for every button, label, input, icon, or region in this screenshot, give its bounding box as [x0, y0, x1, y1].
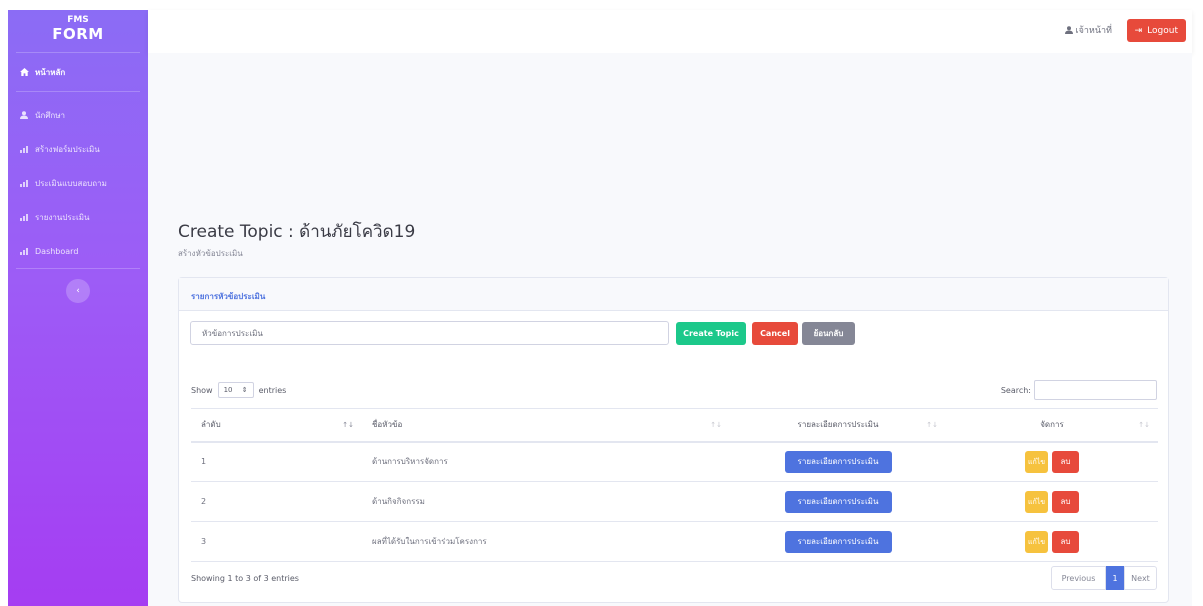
table-row: 3 ผลที่ได้รับในการเข้าร่วมโครงการ รายละเ…	[191, 521, 1158, 562]
sidebar-item-label: หน้าหลัก	[35, 67, 66, 77]
table-info: Showing 1 to 3 of 3 entries	[191, 574, 299, 583]
next-page-button[interactable]: Next	[1124, 566, 1157, 590]
chart-icon	[20, 213, 30, 221]
sidebar-item-label: รายงานประเมิน	[35, 212, 90, 222]
column-header-manage[interactable]: จัดการ ↑↓	[946, 408, 1158, 443]
user-name: เจ้าหน้าที่	[1075, 26, 1112, 36]
previous-page-button[interactable]: Previous	[1051, 566, 1106, 590]
pagination: Previous 1 Next	[1051, 566, 1157, 590]
table-row: 1 ด้านการบริหารจัดการ รายละเอียดการประเม…	[191, 441, 1158, 482]
entries-length-control: Show 10 ⇕ entries	[191, 382, 286, 398]
edit-button[interactable]: แก้ไข	[1025, 490, 1048, 513]
page-1-button[interactable]: 1	[1106, 566, 1124, 590]
topic-input-placeholder: หัวข้อการประเมิน	[202, 328, 263, 338]
column-header-detail[interactable]: รายละเอียดการประเมิน ↑↓	[730, 408, 946, 443]
sidebar-item-dashboard[interactable]: Dashboard	[8, 234, 148, 268]
sidebar-item-label: สร้างฟอร์มประเมิน	[35, 144, 100, 154]
sidebar-item-home[interactable]: หน้าหลัก	[8, 53, 148, 91]
chart-icon	[20, 247, 30, 255]
column-header-order[interactable]: ลำดับ ↑↓	[191, 408, 362, 443]
show-label: Show	[191, 385, 213, 395]
sidebar-toggle-button[interactable]: ‹	[66, 279, 90, 303]
cell-name: ด้านการบริหารจัดการ	[362, 441, 730, 482]
brand-main-text: FORM	[52, 25, 104, 43]
cell-order: 1	[191, 441, 362, 482]
sidebar-item-questionnaire[interactable]: ประเมินแบบสอบถาม	[8, 166, 148, 200]
back-button[interactable]: ย้อนกลับ	[802, 322, 855, 345]
sign-out-icon: ⇥	[1134, 25, 1143, 36]
detail-button[interactable]: รายละเอียดการประเมิน	[784, 490, 892, 513]
sort-asc-icon: ↑↓	[342, 421, 354, 429]
logout-button[interactable]: ⇥ Logout	[1126, 19, 1186, 42]
card-header: รายการหัวข้อประเมิน	[179, 278, 1168, 311]
user-menu[interactable]: เจ้าหน้าที่	[1064, 23, 1112, 37]
user-icon	[20, 111, 30, 119]
create-topic-button[interactable]: Create Topic	[676, 322, 746, 345]
table-row: 2 ด้านกิจกิจกรรม รายละเอียดการประเมิน แก…	[191, 481, 1158, 522]
page-subtitle: สร้างหัวข้อประเมิน	[178, 249, 243, 258]
brand-top-text: FMS	[67, 15, 89, 25]
detail-button[interactable]: รายละเอียดการประเมิน	[784, 450, 892, 473]
table-header-row: ลำดับ ↑↓ ชื่อหัวข้อ ↑↓ รายละเอียดการประเมิ…	[191, 408, 1158, 443]
entries-select[interactable]: 10 ⇕	[217, 382, 254, 398]
sidebar-item-label: นักศึกษา	[35, 110, 65, 120]
table-search: Search:	[1001, 380, 1157, 400]
page-title: Create Topic : ด้านภัยโควิด19	[178, 222, 416, 242]
sidebar-item-students[interactable]: นักศึกษา	[8, 98, 148, 132]
delete-button[interactable]: ลบ	[1052, 490, 1079, 513]
chart-icon	[20, 179, 30, 187]
sidebar-item-report[interactable]: รายงานประเมิน	[8, 200, 148, 234]
select-arrows-icon: ⇕	[241, 386, 248, 394]
topbar: เจ้าหน้าที่ ⇥ Logout	[148, 10, 1192, 53]
user-icon	[1064, 26, 1073, 34]
sort-icon: ↑↓	[926, 421, 938, 429]
sidebar: FMS FORM หน้าหลัก นักศึกษา สร้างฟอร์มประ…	[8, 10, 148, 606]
cell-name: ด้านกิจกิจกรรม	[362, 481, 730, 522]
cancel-button[interactable]: Cancel	[752, 322, 798, 345]
sidebar-item-label: ประเมินแบบสอบถาม	[35, 178, 107, 188]
topic-table: ลำดับ ↑↓ ชื่อหัวข้อ ↑↓ รายละเอียดการประเมิ…	[191, 408, 1158, 562]
chart-icon	[20, 145, 30, 153]
detail-button[interactable]: รายละเอียดการประเมิน	[784, 530, 892, 553]
search-label: Search:	[1000, 385, 1031, 395]
brand-logo[interactable]: FMS FORM	[8, 10, 148, 52]
home-icon	[20, 68, 30, 76]
logout-label: Logout	[1147, 25, 1178, 36]
topic-input[interactable]: หัวข้อการประเมิน	[190, 321, 669, 345]
cell-order: 3	[191, 521, 362, 562]
edit-button[interactable]: แก้ไข	[1025, 530, 1048, 553]
entries-label: entries	[258, 385, 287, 395]
delete-button[interactable]: ลบ	[1052, 450, 1079, 473]
sidebar-item-create-form[interactable]: สร้างฟอร์มประเมิน	[8, 132, 148, 166]
edit-button[interactable]: แก้ไข	[1025, 450, 1048, 473]
sort-icon: ↑↓	[710, 421, 722, 429]
chevron-left-icon: ‹	[76, 286, 80, 296]
entries-value: 10	[223, 386, 233, 394]
column-header-name[interactable]: ชื่อหัวข้อ ↑↓	[362, 408, 730, 443]
sort-icon: ↑↓	[1138, 421, 1150, 429]
sidebar-divider	[16, 268, 140, 269]
sidebar-item-label: Dashboard	[35, 246, 79, 256]
search-input[interactable]	[1034, 380, 1157, 400]
cell-name: ผลที่ได้รับในการเข้าร่วมโครงการ	[362, 521, 730, 562]
cell-order: 2	[191, 481, 362, 522]
topic-card: รายการหัวข้อประเมิน หัวข้อการประเมิน Cre…	[178, 277, 1169, 603]
delete-button[interactable]: ลบ	[1052, 530, 1079, 553]
